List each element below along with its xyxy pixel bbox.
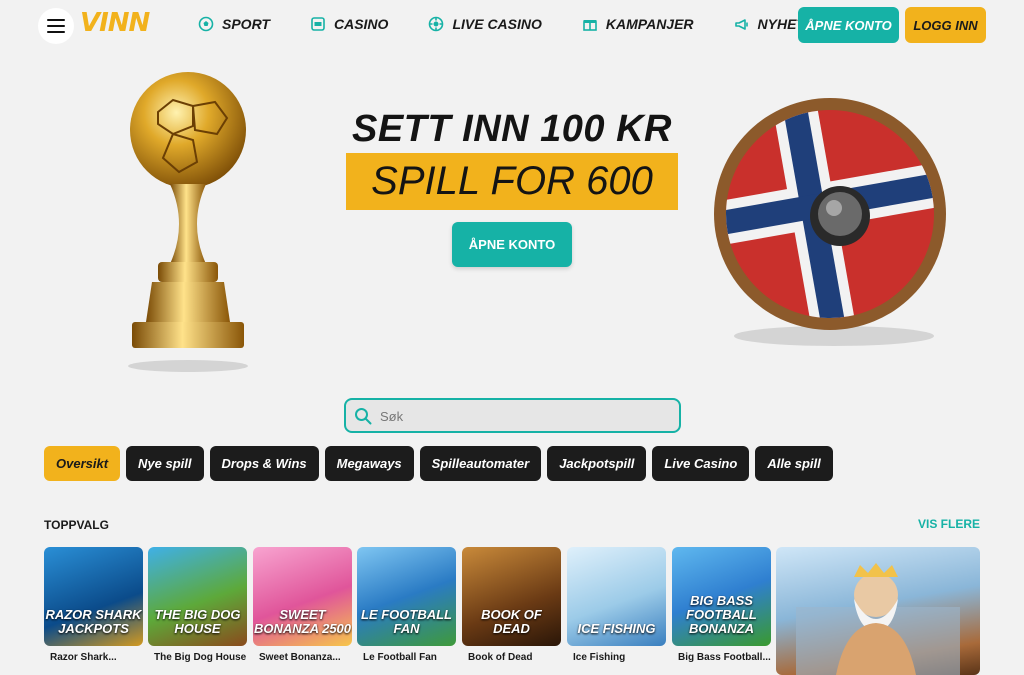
featured-game-banner[interactable]: [776, 547, 980, 675]
menu-icon[interactable]: [38, 8, 74, 44]
nav-sport-label: SPORT: [222, 16, 270, 32]
gift-icon: [583, 20, 597, 31]
game-name: Sweet Bonanza...: [259, 652, 341, 663]
game-name: The Big Dog House: [154, 652, 247, 663]
hero-open-account-button[interactable]: ÅPNE KONTO: [452, 222, 572, 267]
game-card[interactable]: LE FOOTBALL FAN Le Football Fan: [357, 547, 456, 663]
hero-title: SETT INN 100 KR: [351, 108, 673, 150]
game-art-text: BOOK OF DEAD: [481, 607, 542, 636]
nav-kampanjer-label: KAMPANJER: [605, 16, 694, 32]
hero-subtitle: SPILL FOR 600 KR!: [346, 153, 678, 260]
nav-casino-label: CASINO: [333, 16, 389, 32]
trophy-image: [128, 72, 248, 372]
zeus-figure-image: [796, 563, 960, 675]
game-art-text: SWEET BONANZA 2500: [253, 607, 352, 636]
viking-shield-image: [712, 96, 948, 346]
nav-live-casino[interactable]: LIVE CASINO: [428, 16, 542, 32]
category-tabs: Oversikt Nye spill Drops & Wins Megaways…: [44, 446, 833, 481]
search-icon: [355, 408, 372, 425]
game-thumbnail[interactable]: THE BIG DOG HOUSE: [148, 547, 247, 646]
game-art-text: ICE FISHING: [577, 621, 656, 636]
slot-machine-icon: [311, 17, 325, 31]
game-card[interactable]: ICE FISHING Ice Fishing: [567, 547, 666, 663]
game-art-text: THE BIG DOG HOUSE: [154, 607, 241, 636]
game-card[interactable]: BIG BASS FOOTBALL BONANZA Big Bass Footb…: [672, 547, 771, 663]
game-name: Razor Shark...: [50, 652, 117, 663]
game-thumbnail[interactable]: BIG BASS FOOTBALL BONANZA: [672, 547, 771, 646]
game-card[interactable]: BOOK OF DEAD Book of Dead: [462, 547, 561, 663]
tab-alle-spill[interactable]: Alle spill: [755, 446, 833, 481]
nav-casino[interactable]: CASINO: [310, 16, 388, 32]
game-name: Book of Dead: [468, 652, 533, 663]
game-thumbnail[interactable]: BOOK OF DEAD: [462, 547, 561, 646]
nav-live-casino-label: LIVE CASINO: [452, 16, 542, 32]
game-thumbnail[interactable]: ICE FISHING: [567, 547, 666, 646]
tab-nye-spill[interactable]: Nye spill: [126, 446, 204, 481]
main-nav: SPORT CASINO LIVE CASINO KAMPANJER NYHET…: [198, 16, 864, 32]
tab-megaways[interactable]: Megaways: [324, 446, 414, 481]
game-card[interactable]: THE BIG DOG HOUSE The Big Dog House: [148, 547, 247, 663]
football-icon: [198, 16, 214, 32]
tab-jackpotspill[interactable]: Jackpotspill: [547, 446, 647, 481]
game-art-text: BIG BASS FOOTBALL BONANZA: [686, 593, 757, 636]
search-input[interactable]: [380, 406, 670, 426]
game-art-text: RAZOR SHARK JACKPOTS: [45, 607, 142, 636]
game-card[interactable]: RAZOR SHARK JACKPOTS Razor Shark...: [44, 547, 143, 663]
section-title: TOPPVALG: [44, 518, 109, 532]
tab-drops-wins[interactable]: Drops & Wins: [209, 446, 319, 481]
logo[interactable]: VINN: [80, 8, 150, 38]
game-name: Big Bass Football...: [678, 652, 771, 663]
tab-live-casino[interactable]: Live Casino: [652, 446, 750, 481]
tab-oversikt[interactable]: Oversikt: [44, 446, 121, 481]
game-thumbnail[interactable]: RAZOR SHARK JACKPOTS: [44, 547, 143, 646]
game-name: Ice Fishing: [573, 652, 626, 663]
see-more-link[interactable]: VIS FLERE: [918, 517, 980, 531]
game-thumbnail[interactable]: SWEET BONANZA 2500: [253, 547, 352, 646]
login-button[interactable]: LOGG INN: [905, 7, 986, 43]
open-account-button[interactable]: ÅPNE KONTO: [798, 7, 899, 43]
game-card[interactable]: SWEET BONANZA 2500 Sweet Bonanza...: [253, 547, 352, 663]
megaphone-icon: [734, 19, 748, 30]
search-bar[interactable]: [344, 398, 681, 433]
game-thumbnail[interactable]: LE FOOTBALL FAN: [357, 547, 456, 646]
game-art-text: LE FOOTBALL FAN: [361, 607, 452, 636]
game-name: Le Football Fan: [363, 652, 437, 663]
nav-kampanjer[interactable]: KAMPANJER: [582, 16, 694, 32]
tab-spilleautomater[interactable]: Spilleautomater: [419, 446, 542, 481]
nav-sport[interactable]: SPORT: [198, 16, 270, 32]
poker-chip-icon: [429, 16, 444, 32]
header: VINN SPORT CASINO LIVE CASINO KAMPANJER …: [0, 0, 1024, 52]
